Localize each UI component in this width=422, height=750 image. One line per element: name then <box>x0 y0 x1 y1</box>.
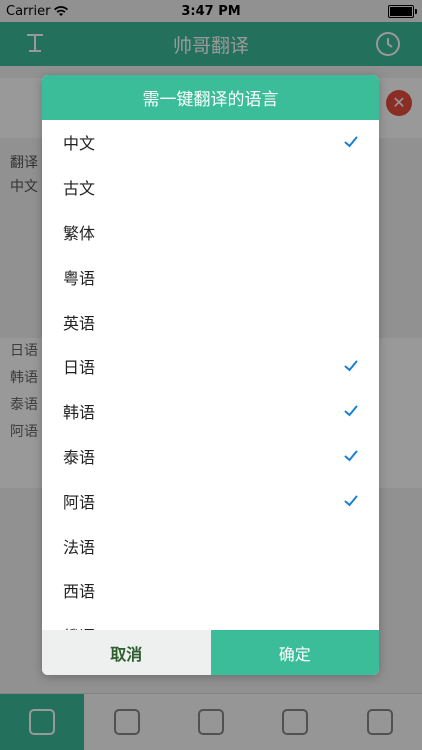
language-item[interactable]: 西语 <box>42 568 379 613</box>
dialog-title: 需一键翻译的语言 <box>42 75 379 120</box>
language-label: 西语 <box>63 582 96 602</box>
language-item[interactable]: 法语 <box>42 523 379 568</box>
confirm-button[interactable]: 确定 <box>210 630 379 675</box>
language-label: 繁体 <box>63 223 96 243</box>
dialog-footer: 取消 确定 <box>42 630 379 675</box>
language-label: 韩语 <box>63 403 96 423</box>
language-label: 中文 <box>63 134 96 154</box>
checkmark-icon <box>344 495 358 507</box>
language-item[interactable]: 韩语 <box>42 389 379 434</box>
checkmark-icon <box>344 405 358 417</box>
language-item[interactable]: 中文 <box>42 120 379 165</box>
language-item[interactable]: 粤语 <box>42 254 379 299</box>
language-label: 俄语 <box>63 623 95 630</box>
language-label: 古文 <box>63 179 96 199</box>
language-label: 日语 <box>63 358 96 378</box>
language-list[interactable]: 中文古文繁体粤语英语日语韩语泰语阿语法语西语俄语 <box>42 120 379 630</box>
language-label: 粤语 <box>63 268 96 288</box>
language-item[interactable]: 阿语 <box>42 478 379 523</box>
language-label: 法语 <box>63 537 96 557</box>
language-label: 阿语 <box>63 492 96 512</box>
language-item[interactable]: 英语 <box>42 299 379 344</box>
language-item[interactable]: 俄语 <box>42 613 379 630</box>
checkmark-icon <box>344 136 358 148</box>
language-item[interactable]: 日语 <box>42 344 379 389</box>
cancel-button[interactable]: 取消 <box>42 630 211 675</box>
checkmark-icon <box>344 450 358 462</box>
language-item[interactable]: 繁体 <box>42 210 379 255</box>
language-item[interactable]: 泰语 <box>42 434 379 479</box>
language-select-dialog: 需一键翻译的语言 中文古文繁体粤语英语日语韩语泰语阿语法语西语俄语 取消 确定 <box>42 75 379 675</box>
language-item[interactable]: 古文 <box>42 165 379 210</box>
language-label: 泰语 <box>63 447 96 467</box>
checkmark-icon <box>344 360 358 372</box>
language-label: 英语 <box>63 313 96 333</box>
